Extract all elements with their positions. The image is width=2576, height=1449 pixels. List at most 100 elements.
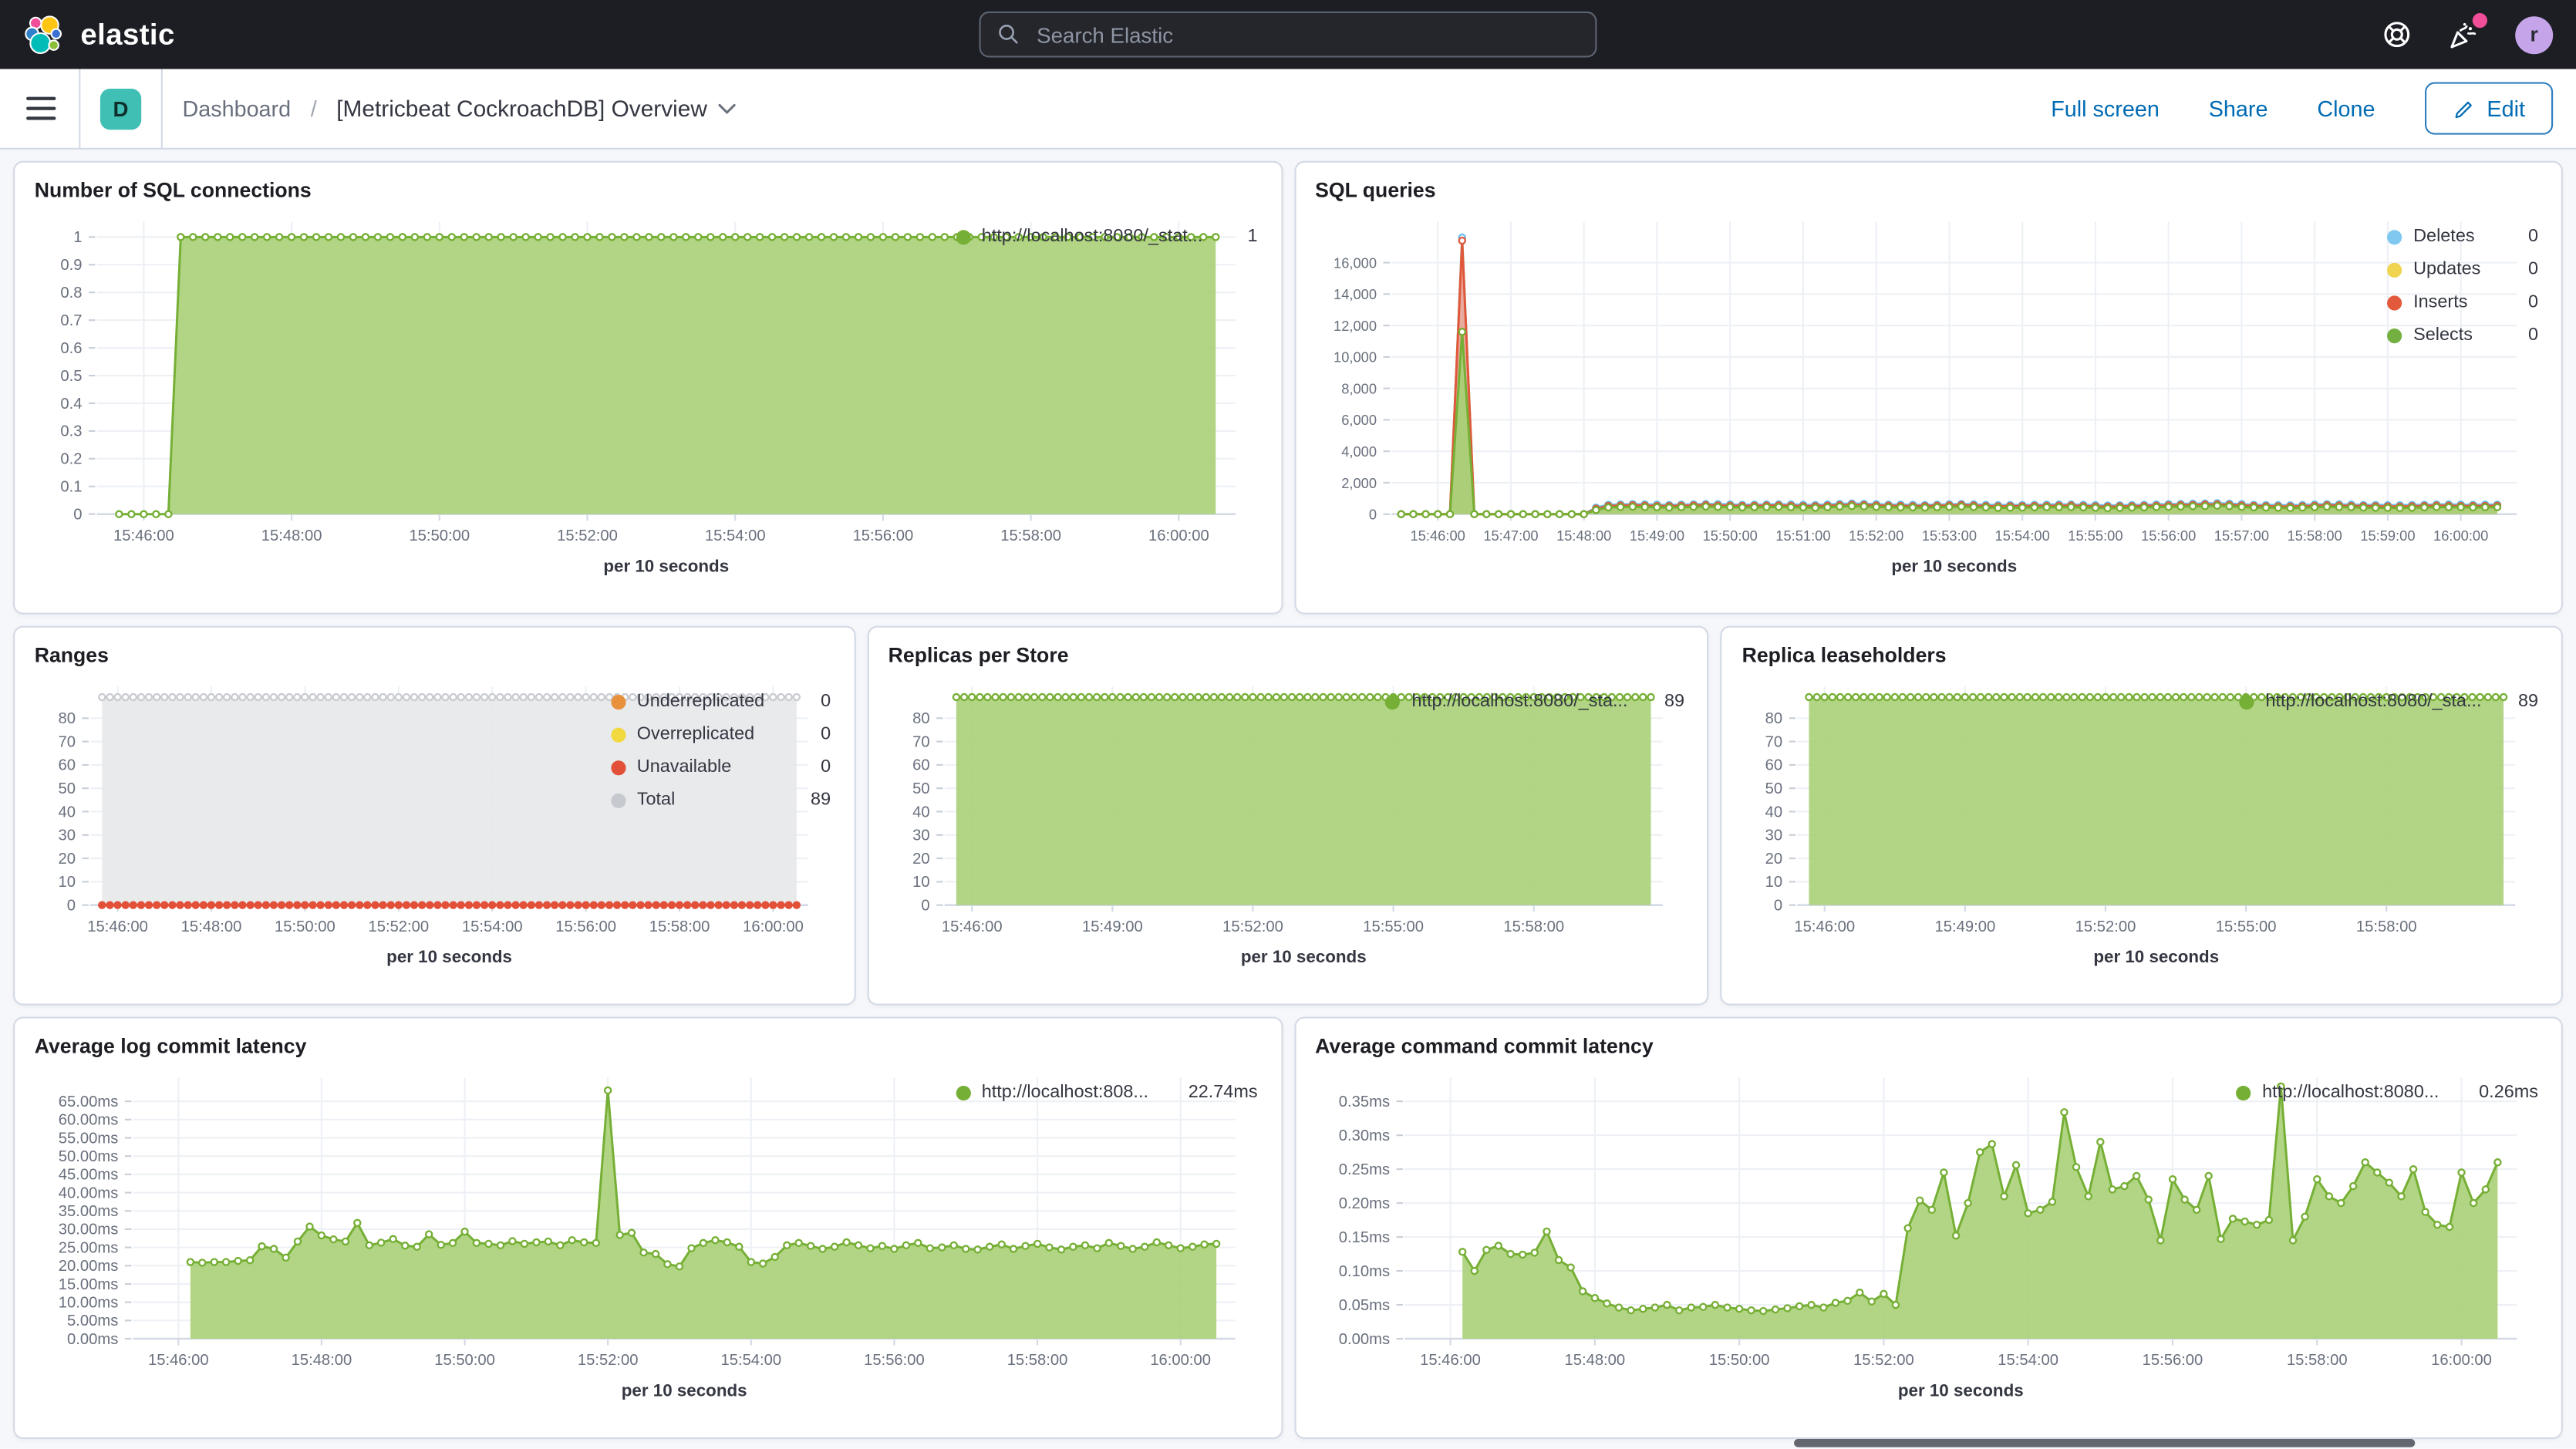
edit-button[interactable]: Edit <box>2424 83 2553 135</box>
svg-text:15:54:00: 15:54:00 <box>720 1352 781 1369</box>
horizontal-scrollbar-thumb[interactable] <box>1794 1439 2415 1447</box>
edit-button-label: Edit <box>2487 96 2525 121</box>
svg-text:50: 50 <box>912 780 929 797</box>
svg-text:45.00ms: 45.00ms <box>59 1167 119 1184</box>
legend-value: 0 <box>2528 225 2538 250</box>
elastic-logo-icon[interactable] <box>23 13 66 56</box>
svg-text:80: 80 <box>1765 710 1782 727</box>
svg-text:15:58:00: 15:58:00 <box>2286 527 2341 544</box>
svg-text:15:50:00: 15:50:00 <box>1708 1352 1769 1369</box>
dashboard-app-badge[interactable]: D <box>100 88 141 129</box>
svg-text:60.00ms: 60.00ms <box>59 1112 119 1129</box>
legend-label: Inserts <box>2413 291 2517 315</box>
legend-label: http://localhost:8080... <box>2262 1081 2467 1106</box>
legend-item[interactable]: http://localhost:8080/_stat...1 <box>956 225 1258 250</box>
topbar-right-controls: r <box>2382 15 2554 53</box>
chart-command-commit-latency[interactable]: 0.35ms0.30ms0.25ms0.20ms0.15ms0.10ms0.05… <box>1312 1061 2236 1427</box>
legend-item[interactable]: http://localhost:8080/_sta...89 <box>1385 690 1684 715</box>
legend-item[interactable]: Total89 <box>611 788 831 813</box>
legend-label: http://localhost:808... <box>982 1081 1177 1106</box>
search-input[interactable] <box>1033 21 1579 49</box>
svg-text:70: 70 <box>58 733 76 750</box>
svg-text:15:55:00: 15:55:00 <box>2067 527 2122 544</box>
legend-value: 0 <box>2528 324 2538 349</box>
svg-text:15:50:00: 15:50:00 <box>1702 527 1757 544</box>
help-button[interactable] <box>2382 20 2412 49</box>
chart-ranges[interactable]: 8070605040302010015:46:0015:48:0015:50:0… <box>31 670 610 994</box>
divider <box>79 69 80 147</box>
panel-replicas-per-store: Replicas per Store 8070605040302010015:4… <box>867 626 1709 1006</box>
svg-text:15:52:00: 15:52:00 <box>368 918 429 935</box>
chart-replicas-per-store[interactable]: 8070605040302010015:46:0015:49:0015:52:0… <box>885 670 1385 994</box>
svg-text:15:56:00: 15:56:00 <box>2142 1352 2203 1369</box>
svg-text:15:52:00: 15:52:00 <box>1222 918 1283 935</box>
svg-text:35.00ms: 35.00ms <box>59 1203 119 1220</box>
panel-title: Average command commit latency <box>1315 1035 2544 1058</box>
svg-text:30: 30 <box>58 827 76 844</box>
svg-text:12,000: 12,000 <box>1333 318 1376 334</box>
chart-sql-connections[interactable]: 10.90.80.70.60.50.40.30.20.1015:46:0015:… <box>31 205 955 602</box>
legend-item[interactable]: http://localhost:808... 22.74ms <box>956 1081 1258 1106</box>
legend-label: Total <box>637 788 799 813</box>
legend-label: Unavailable <box>637 756 809 780</box>
svg-text:10: 10 <box>1765 874 1782 891</box>
svg-text:0.1: 0.1 <box>60 479 82 496</box>
svg-text:0.00ms: 0.00ms <box>1338 1331 1389 1348</box>
clone-button[interactable]: Clone <box>2317 96 2375 121</box>
legend-value: 0.26ms <box>2479 1081 2538 1106</box>
life-ring-icon <box>2382 20 2412 49</box>
panel-replica-leaseholders: Replica leaseholders 8070605040302010015… <box>1721 626 2563 1006</box>
legend-item[interactable]: http://localhost:8080... 0.26ms <box>2236 1081 2538 1106</box>
svg-text:15:56:00: 15:56:00 <box>555 918 616 935</box>
chart-legend: http://localhost:8080/_sta...89 <box>1385 670 1691 994</box>
legend-swatch-icon <box>956 1086 970 1100</box>
legend-item[interactable]: Underreplicated0 <box>611 690 831 715</box>
legend-value: 1 <box>1248 225 1258 250</box>
chart-sql-queries[interactable]: 16,00014,00012,00010,0008,0006,0004,0002… <box>1312 205 2387 602</box>
legend-swatch-icon <box>956 230 970 244</box>
svg-text:0.2: 0.2 <box>60 451 82 468</box>
svg-text:15:50:00: 15:50:00 <box>409 527 470 544</box>
svg-text:0.25ms: 0.25ms <box>1338 1161 1389 1178</box>
svg-text:15:56:00: 15:56:00 <box>864 1352 925 1369</box>
legend-item[interactable]: Selects0 <box>2387 324 2538 349</box>
global-search[interactable] <box>979 12 1597 58</box>
chart-replica-leaseholders[interactable]: 8070605040302010015:46:0015:49:0015:52:0… <box>1738 670 2239 994</box>
legend-item[interactable]: Unavailable0 <box>611 756 831 780</box>
user-avatar[interactable]: r <box>2515 15 2553 53</box>
legend-item[interactable]: Deletes0 <box>2387 225 2538 250</box>
legend-item[interactable]: Inserts0 <box>2387 291 2538 315</box>
chart-legend: Deletes0Updates0Inserts0Selects0 <box>2387 205 2544 602</box>
legend-value: 0 <box>2528 258 2538 282</box>
chart-log-commit-latency[interactable]: 65.00ms60.00ms55.00ms50.00ms45.00ms40.00… <box>31 1061 955 1427</box>
legend-item[interactable]: Updates0 <box>2387 258 2538 282</box>
share-button[interactable]: Share <box>2209 96 2268 121</box>
legend-swatch-icon <box>611 794 625 808</box>
panel-sql-connections: Number of SQL connections 10.90.80.70.60… <box>13 161 1283 615</box>
svg-text:0.9: 0.9 <box>60 257 82 274</box>
svg-text:1: 1 <box>73 229 82 246</box>
menu-button[interactable] <box>23 91 59 126</box>
svg-text:25.00ms: 25.00ms <box>59 1239 119 1256</box>
chart-legend: http://localhost:808... 22.74ms <box>956 1061 1264 1427</box>
legend-item[interactable]: Overreplicated0 <box>611 723 831 747</box>
legend-item[interactable]: http://localhost:8080/_sta...89 <box>2239 690 2538 715</box>
svg-text:per 10 seconds: per 10 seconds <box>1897 1381 2023 1400</box>
kibana-app: elastic <box>0 0 2576 1449</box>
svg-text:5.00ms: 5.00ms <box>67 1313 118 1329</box>
legend-value: 22.74ms <box>1189 1081 1258 1106</box>
page-title-text: [Metricbeat CockroachDB] Overview <box>336 96 707 122</box>
svg-text:0: 0 <box>1775 898 1783 915</box>
full-screen-button[interactable]: Full screen <box>2051 96 2160 121</box>
legend-label: http://localhost:8080/_sta... <box>2265 690 2507 715</box>
legend-swatch-icon <box>611 728 625 743</box>
chevron-down-icon[interactable] <box>719 103 737 114</box>
svg-text:20: 20 <box>912 851 929 868</box>
breadcrumb-dashboard[interactable]: Dashboard <box>182 96 291 121</box>
svg-text:0.7: 0.7 <box>60 312 82 329</box>
news-feed-button[interactable] <box>2448 19 2479 49</box>
svg-text:15:52:00: 15:52:00 <box>2075 918 2136 935</box>
svg-text:80: 80 <box>58 710 76 727</box>
dashboard-nav-bar: D Dashboard / [Metricbeat CockroachDB] O… <box>0 69 2576 149</box>
svg-text:15:46:00: 15:46:00 <box>113 527 174 544</box>
